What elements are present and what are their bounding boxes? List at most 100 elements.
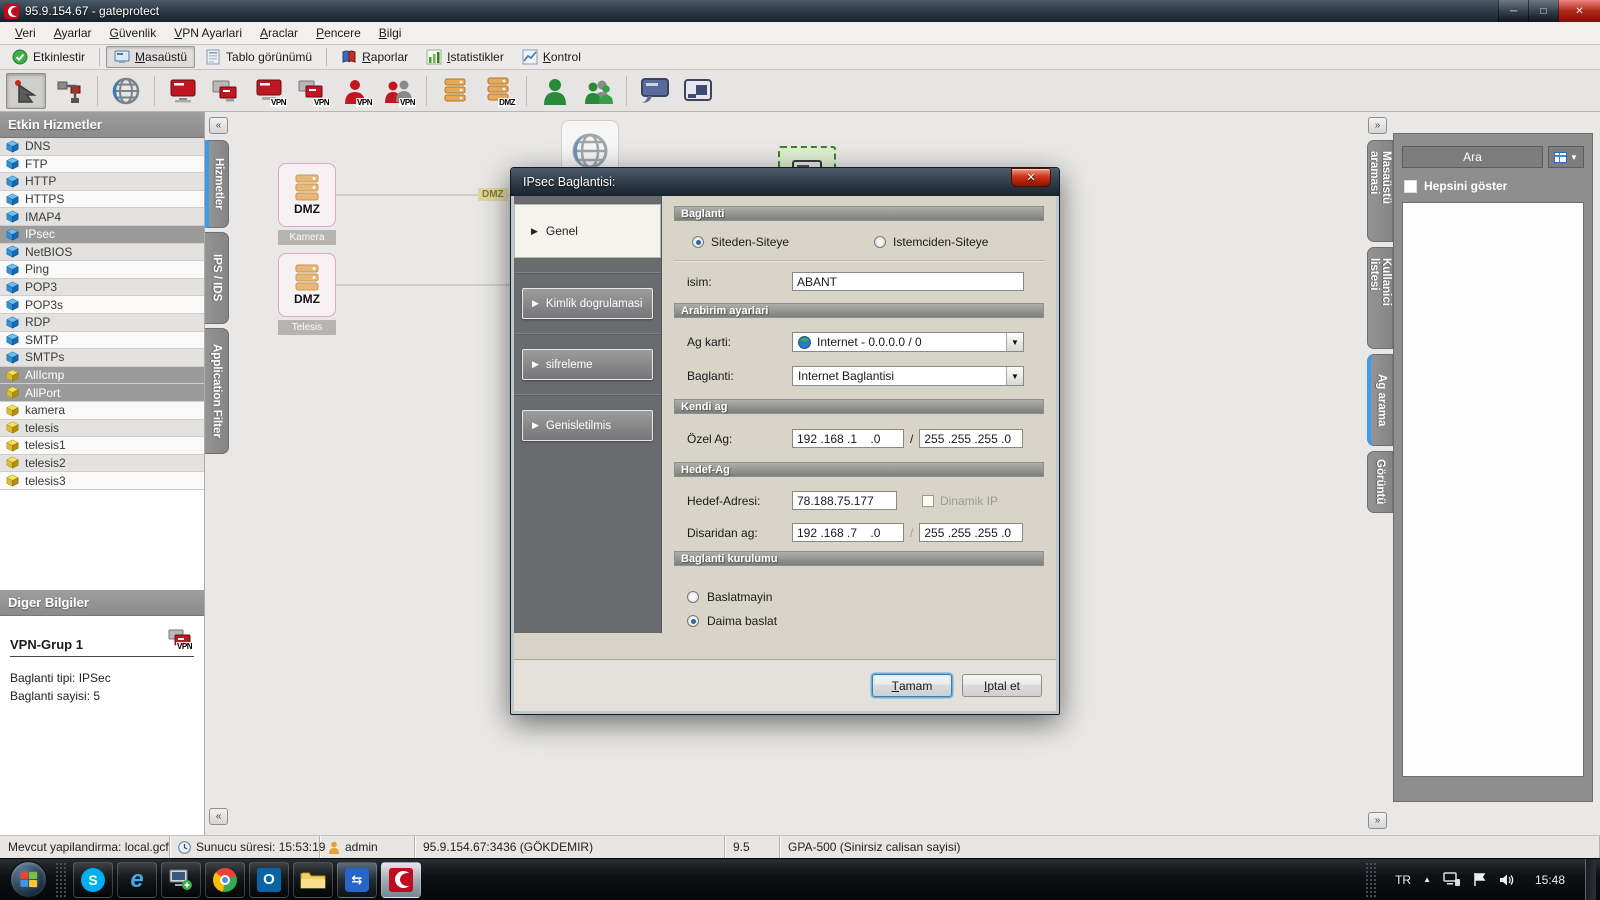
- menu-item-araclar[interactable]: Araclar: [251, 23, 307, 43]
- minimize-button[interactable]: ─: [1498, 0, 1528, 22]
- taskbar-chrome-button[interactable]: [205, 862, 245, 898]
- collapse-left-bottom-button[interactable]: «: [209, 808, 228, 825]
- add-vpn-user-group-button[interactable]: VPN: [378, 73, 418, 109]
- remote-desktop-button[interactable]: [635, 73, 675, 109]
- service-row-kamera[interactable]: kamera: [0, 402, 204, 420]
- panel-tab-masa-st-aramasi[interactable]: Masaüstü aramasi: [1367, 140, 1393, 242]
- show-all-checkbox[interactable]: [1404, 180, 1417, 193]
- sidebar-tab-application-filter[interactable]: Application Filter: [205, 328, 229, 454]
- show-desktop-button[interactable]: [1585, 859, 1596, 900]
- add-vpn-user-button[interactable]: VPN: [335, 73, 375, 109]
- own-network-ip-input[interactable]: 192 .168 .1 .0: [792, 429, 904, 448]
- panel-tab-kullanici-listesi[interactable]: Kullanici listesi: [1367, 247, 1393, 349]
- add-dmz-server-button[interactable]: DMZ: [478, 73, 518, 109]
- dialog-tab-genisletilmis[interactable]: ▶Genisletilmis: [522, 410, 653, 441]
- collapse-right-bottom-button[interactable]: »: [1368, 812, 1387, 829]
- menu-item-veri[interactable]: Veri: [6, 23, 45, 43]
- radio-site-to-site[interactable]: [692, 236, 704, 248]
- dialog-titlebar[interactable]: IPsec Baglantisi: ✕: [511, 168, 1059, 196]
- add-user-group-button[interactable]: [578, 73, 618, 109]
- service-row-pop3s[interactable]: POP3s: [0, 296, 204, 314]
- menu-item-bilgi[interactable]: Bilgi: [370, 23, 411, 43]
- radio-always-start[interactable]: [687, 615, 699, 627]
- service-row-https[interactable]: HTTPS: [0, 191, 204, 209]
- network-card-dropdown[interactable]: Internet - 0.0.0.0 / 0 ▼: [792, 332, 1024, 352]
- reports-button[interactable]: Raporlar: [333, 46, 416, 68]
- name-input[interactable]: ABANT: [792, 272, 1024, 291]
- service-row-telesis[interactable]: telesis: [0, 420, 204, 438]
- service-row-dns[interactable]: DNS: [0, 138, 204, 156]
- sidebar-tab-hizmetler[interactable]: Hizmetler: [205, 140, 229, 228]
- taskbar-remote-button[interactable]: [161, 862, 201, 898]
- dmz-node-telesis[interactable]: DMZ: [278, 253, 336, 317]
- own-network-mask-input[interactable]: 255 .255 .255 .0: [919, 429, 1023, 448]
- language-indicator[interactable]: TR: [1395, 873, 1411, 887]
- taskbar-explorer-button[interactable]: [293, 862, 333, 898]
- radio-client-to-site[interactable]: [874, 236, 886, 248]
- add-computer-group-button[interactable]: [206, 73, 246, 109]
- view-mode-dropdown[interactable]: ▼: [1548, 146, 1584, 168]
- taskbar-teamviewer-button[interactable]: ⇆: [337, 862, 377, 898]
- service-row-netbios[interactable]: NetBIOS: [0, 244, 204, 262]
- connection-dropdown[interactable]: Internet Baglantisi ▼: [792, 366, 1024, 386]
- service-row-ftp[interactable]: FTP: [0, 156, 204, 174]
- service-row-rdp[interactable]: RDP: [0, 314, 204, 332]
- collapse-right-button[interactable]: »: [1368, 117, 1387, 134]
- connection-tool-button[interactable]: [49, 73, 89, 109]
- outside-network-mask-input[interactable]: 255 .255 .255 .0: [919, 523, 1023, 542]
- target-address-input[interactable]: 78.188.75.177: [792, 491, 897, 510]
- taskbar-clock[interactable]: 15:48: [1527, 873, 1573, 887]
- service-row-ipsec[interactable]: IPsec: [0, 226, 204, 244]
- close-button[interactable]: ✕: [1558, 0, 1600, 22]
- outside-network-ip-input[interactable]: 192 .168 .7 .0: [792, 523, 904, 542]
- search-button[interactable]: Ara: [1402, 146, 1543, 168]
- service-row-ping[interactable]: Ping: [0, 261, 204, 279]
- volume-icon[interactable]: [1499, 873, 1515, 887]
- menu-item-pencere[interactable]: Pencere: [307, 23, 370, 43]
- service-row-allicmp[interactable]: AllIcmp: [0, 367, 204, 385]
- select-tool-button[interactable]: [6, 73, 46, 109]
- desktop-view-button[interactable]: Masaüstü: [106, 46, 195, 68]
- service-row-smtp[interactable]: SMTP: [0, 332, 204, 350]
- dmz-node-kamera[interactable]: DMZ: [278, 163, 336, 227]
- service-row-smtps[interactable]: SMTPs: [0, 349, 204, 367]
- dialog-tab-kimlik-dogrulamasi[interactable]: ▶Kimlik dogrulamasi: [522, 288, 653, 319]
- panel-tab-ag-arama[interactable]: Ag arama: [1367, 354, 1393, 446]
- service-row-allport[interactable]: AllPort: [0, 384, 204, 402]
- service-row-telesis3[interactable]: telesis3: [0, 472, 204, 490]
- add-internet-button[interactable]: [106, 73, 146, 109]
- service-row-telesis1[interactable]: telesis1: [0, 437, 204, 455]
- hidden-icons-arrow[interactable]: ▲: [1423, 875, 1431, 884]
- cancel-button[interactable]: Iptal et: [962, 674, 1042, 697]
- collapse-left-button[interactable]: «: [209, 117, 228, 134]
- add-vpn-computer-button[interactable]: VPN: [249, 73, 289, 109]
- menu-item-ayarlar[interactable]: Ayarlar: [45, 23, 101, 43]
- ok-button[interactable]: Tamam: [872, 674, 952, 697]
- dialog-close-button[interactable]: ✕: [1011, 168, 1051, 187]
- taskbar-skype-button[interactable]: S: [73, 862, 113, 898]
- add-computer-button[interactable]: [163, 73, 203, 109]
- start-button[interactable]: [10, 861, 47, 898]
- control-button[interactable]: Kontrol: [514, 46, 589, 68]
- add-user-button[interactable]: [535, 73, 575, 109]
- sidebar-tab-ips-ids[interactable]: IPS / IDS: [205, 232, 229, 324]
- service-row-imap4[interactable]: IMAP4: [0, 208, 204, 226]
- add-vpn-computer-group-button[interactable]: VPN: [292, 73, 332, 109]
- maximize-button[interactable]: □: [1528, 0, 1558, 22]
- window-view-button[interactable]: [678, 73, 718, 109]
- activate-button[interactable]: Etkinlestir: [4, 46, 93, 68]
- panel-tab-g-r-nt-[interactable]: Görüntü: [1367, 451, 1393, 513]
- table-view-button[interactable]: Tablo görünümü: [197, 46, 320, 68]
- network-tray-icon[interactable]: [1443, 872, 1461, 887]
- dialog-tab-sifreleme[interactable]: ▶sifreleme: [522, 349, 653, 380]
- dynamic-ip-checkbox[interactable]: [922, 495, 934, 507]
- taskbar-ie-button[interactable]: e: [117, 862, 157, 898]
- search-result-list[interactable]: [1402, 202, 1584, 777]
- radio-dont-start[interactable]: [687, 591, 699, 603]
- service-row-http[interactable]: HTTP: [0, 173, 204, 191]
- menu-item-vpn-ayarlari[interactable]: VPN Ayarlari: [165, 23, 251, 43]
- taskbar-outlook-button[interactable]: O: [249, 862, 289, 898]
- action-center-flag-icon[interactable]: [1473, 872, 1487, 887]
- add-server-button[interactable]: [435, 73, 475, 109]
- taskbar-gateprotect-button[interactable]: [381, 862, 421, 898]
